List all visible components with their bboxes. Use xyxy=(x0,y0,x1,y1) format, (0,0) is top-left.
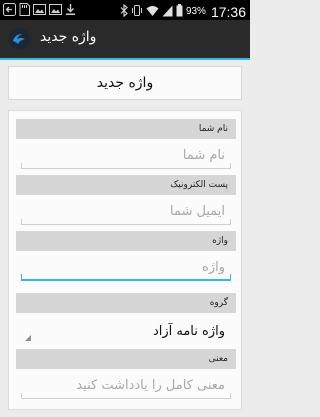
word-input[interactable]: واژه xyxy=(21,255,231,281)
status-bar: 93% 17:36 xyxy=(0,0,250,20)
meaning-input[interactable]: معنی کامل را یادداشت کنید xyxy=(21,373,231,399)
group-select[interactable]: واژه نامه آزاد xyxy=(21,319,231,345)
input-edge xyxy=(230,274,231,279)
wifi-icon xyxy=(146,2,159,21)
battery-percent: 93% xyxy=(185,6,206,17)
input-edge xyxy=(230,393,231,398)
signal-icon xyxy=(162,2,173,21)
input-edge xyxy=(21,219,22,224)
sd-card-icon xyxy=(19,3,30,21)
email-label: پست الکترونیک xyxy=(16,175,236,195)
dropdown-arrow-icon xyxy=(25,335,31,341)
page-title: واژه جدید xyxy=(96,75,154,91)
clock: 17:36 xyxy=(210,3,246,20)
download-icon xyxy=(65,3,76,21)
action-bar: واژه جدید xyxy=(0,20,250,60)
input-edge xyxy=(230,163,231,168)
app-logo-icon[interactable] xyxy=(8,28,30,50)
email-placeholder: ایمیل شما xyxy=(169,204,225,219)
notification-icons xyxy=(3,3,76,21)
vibrate-icon xyxy=(131,2,143,21)
group-selected-value: واژه نامه آزاد xyxy=(152,324,225,339)
image-icon xyxy=(33,3,46,21)
system-icons: 93% 17:36 xyxy=(120,2,246,21)
name-placeholder: نام شما xyxy=(182,148,225,163)
input-edge xyxy=(21,274,22,279)
input-edge xyxy=(21,163,22,168)
name-label: نام شما xyxy=(16,119,236,139)
back-arrow-icon xyxy=(3,3,16,21)
email-input[interactable]: ایمیل شما xyxy=(21,199,231,225)
word-label: واژه xyxy=(16,231,236,251)
group-label: گروه xyxy=(16,293,236,313)
action-bar-title: واژه جدید xyxy=(40,29,97,45)
meaning-label: معنی xyxy=(16,349,236,369)
bluetooth-icon xyxy=(120,2,128,21)
word-form: نام شما نام شما پست الکترونیک ایمیل شما … xyxy=(8,110,242,410)
word-placeholder: واژه xyxy=(202,260,225,275)
input-edge xyxy=(230,219,231,224)
name-input[interactable]: نام شما xyxy=(21,143,231,169)
meaning-placeholder: معنی کامل را یادداشت کنید xyxy=(76,378,225,393)
image-icon xyxy=(49,3,62,21)
header-card: واژه جدید xyxy=(8,66,242,100)
battery-icon xyxy=(176,2,183,21)
input-edge xyxy=(21,393,22,398)
